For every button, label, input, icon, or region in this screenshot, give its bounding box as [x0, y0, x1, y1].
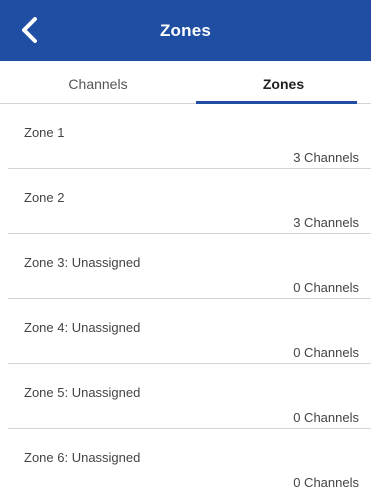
list-item-zone-6[interactable]: Zone 6: Unassigned 0 Channels	[8, 429, 371, 493]
zone-channel-count: 3 Channels	[293, 215, 359, 230]
zone-channel-count: 0 Channels	[293, 475, 359, 490]
zone-name: Zone 5: Unassigned	[24, 385, 141, 400]
zone-name: Zone 2	[24, 190, 65, 205]
zone-channel-count: 0 Channels	[293, 410, 359, 425]
tab-bar: Channels Zones	[0, 61, 371, 104]
app-bar: Zones	[0, 0, 371, 61]
zone-name: Zone 1	[24, 125, 65, 140]
tab-zones[interactable]: Zones	[196, 61, 371, 103]
list-item-zone-5[interactable]: Zone 5: Unassigned 0 Channels	[8, 364, 371, 429]
zone-name: Zone 4: Unassigned	[24, 320, 141, 335]
list-item-zone-1[interactable]: Zone 1 3 Channels	[8, 104, 371, 169]
zone-channel-count: 3 Channels	[293, 150, 359, 165]
list-item-zone-3[interactable]: Zone 3: Unassigned 0 Channels	[8, 234, 371, 299]
tab-channels[interactable]: Channels	[0, 61, 196, 103]
zone-channel-count: 0 Channels	[293, 280, 359, 295]
zone-list: Zone 1 3 Channels Zone 2 3 Channels Zone…	[0, 104, 371, 493]
zone-channel-count: 0 Channels	[293, 345, 359, 360]
list-item-zone-2[interactable]: Zone 2 3 Channels	[8, 169, 371, 234]
zone-name: Zone 3: Unassigned	[24, 255, 141, 270]
list-item-zone-4[interactable]: Zone 4: Unassigned 0 Channels	[8, 299, 371, 364]
zone-name: Zone 6: Unassigned	[24, 450, 141, 465]
page-title: Zones	[159, 21, 212, 40]
